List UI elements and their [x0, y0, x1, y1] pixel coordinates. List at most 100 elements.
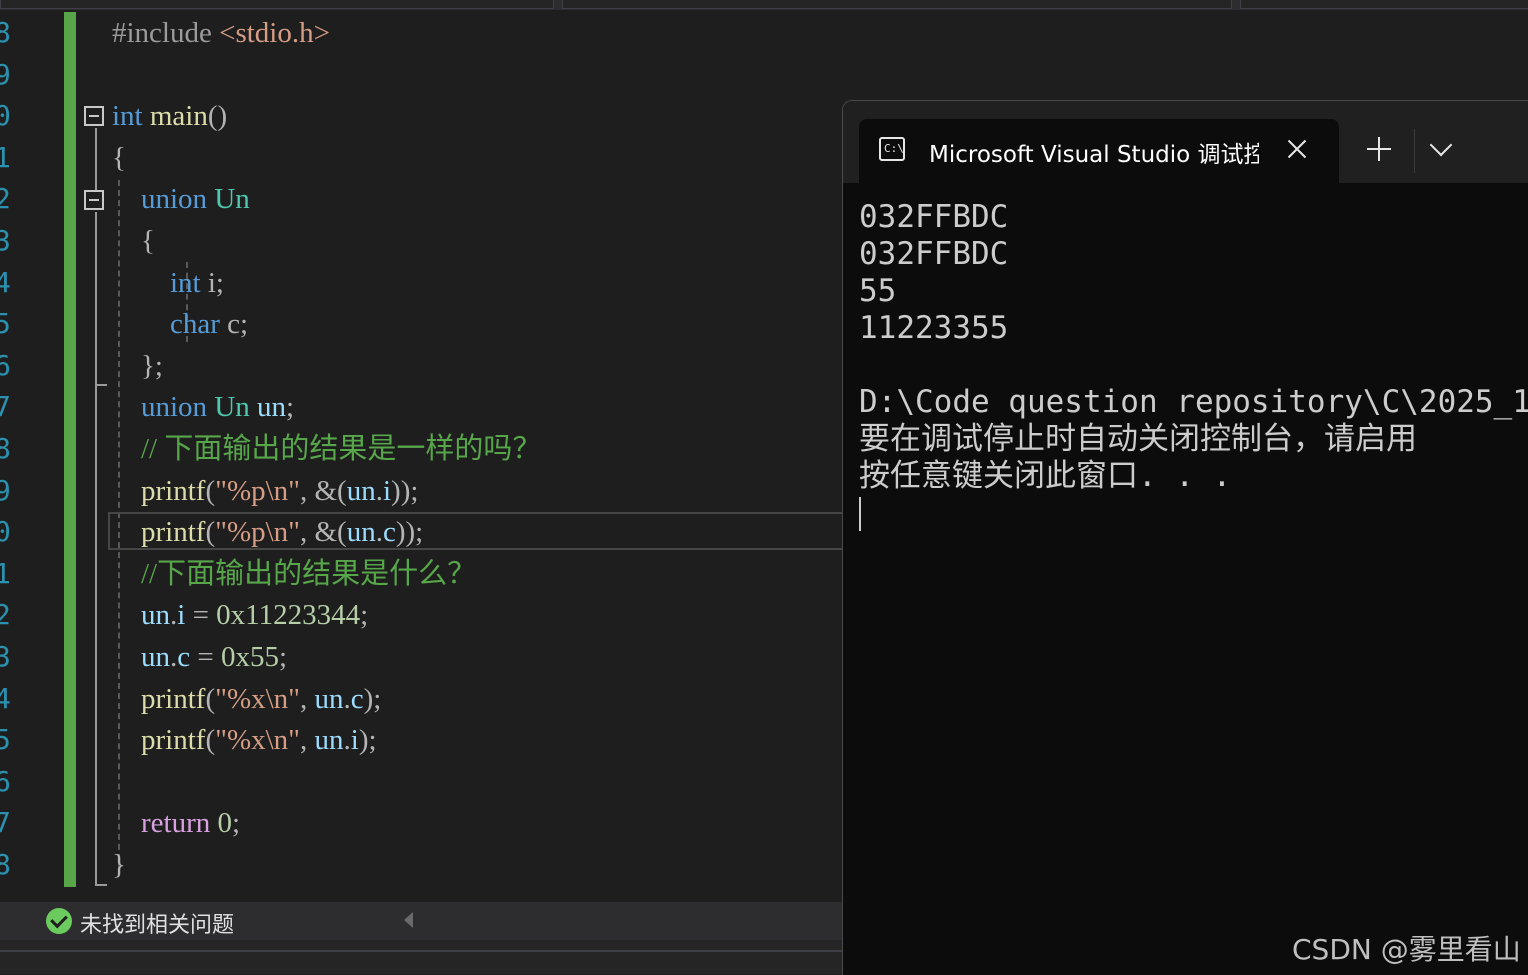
code-token: , — [300, 724, 315, 757]
console-icon: C:\ — [879, 137, 905, 161]
code-token: char — [170, 308, 220, 341]
line-number: 6 — [0, 764, 11, 798]
editor-dropdown-member[interactable] — [1240, 0, 1528, 9]
code-token: ( — [205, 474, 216, 507]
close-tab-icon[interactable] — [1283, 135, 1311, 163]
line-number: 7 — [0, 806, 11, 840]
terminal-window[interactable]: C:\ Microsoft Visual Studio 调试控制台 032FFB… — [842, 100, 1528, 975]
text-cursor — [859, 497, 861, 531]
terminal-output-line: 11223355 — [859, 310, 1009, 346]
scroll-left-arrow-icon[interactable] — [404, 912, 413, 928]
code-line: } — [112, 845, 126, 885]
terminal-output-line: 032FFBDC — [859, 236, 1009, 272]
code-token: #include — [112, 17, 220, 49]
code-token: ; — [232, 807, 241, 840]
line-number: 1 — [0, 140, 11, 174]
code-token: union — [141, 391, 208, 424]
new-tab-plus-icon[interactable] — [1367, 137, 1391, 161]
code-line: //下面输出的结果是什么？ — [112, 554, 476, 594]
code-token: ; — [360, 599, 369, 632]
line-number: 2 — [0, 182, 11, 216]
fold-outline-end — [95, 884, 107, 886]
code-line: // 下面输出的结果是一样的吗？ — [112, 429, 541, 469]
code-token: c — [382, 516, 396, 549]
collapse-main-icon[interactable] — [84, 106, 104, 126]
code-token: printf — [141, 474, 206, 507]
line-number: 4 — [0, 681, 11, 715]
code-line: un.c = 0x55; — [112, 637, 287, 677]
code-line: #include <stdio.h> — [112, 13, 330, 53]
code-token: , — [300, 682, 315, 715]
code-line: printf("%p\n", &(un.i)); — [112, 471, 418, 511]
check-circle-icon — [46, 908, 72, 934]
code-token: ; — [278, 641, 288, 673]
code-token: i; — [200, 266, 224, 299]
code-token: }; — [112, 349, 163, 382]
terminal-tab-bar: C:\ Microsoft Visual Studio 调试控制台 — [843, 101, 1528, 183]
line-number: 9 — [0, 473, 11, 507]
code-token: , &( — [300, 516, 347, 549]
line-number: 2 — [0, 598, 11, 632]
code-token: "%x\n" — [215, 682, 300, 715]
editor-dropdown-project[interactable] — [0, 0, 554, 9]
code-line: { — [112, 138, 126, 178]
terminal-tab-title: Microsoft Visual Studio 调试控制台 — [929, 142, 1259, 168]
code-line: int main() — [112, 96, 227, 136]
line-number: 5 — [0, 307, 11, 341]
code-token: { — [112, 225, 155, 257]
code-token: } — [112, 849, 126, 881]
code-token: . — [343, 682, 351, 715]
code-token: ); — [358, 724, 377, 757]
terminal-tab[interactable]: C:\ Microsoft Visual Studio 调试控制台 — [859, 119, 1339, 183]
code-token: int — [112, 100, 143, 133]
code-token: i — [382, 474, 392, 507]
line-number: 7 — [0, 390, 11, 424]
code-line: un.i = 0x11223344; — [112, 595, 368, 635]
collapse-union-icon[interactable] — [84, 190, 104, 210]
line-number: 5 — [0, 723, 11, 757]
code-token: un — [346, 516, 376, 549]
chevron-down-icon[interactable] — [1429, 133, 1453, 157]
error-list-status-bar: 未找到相关问题 — [0, 902, 842, 940]
editor-dropdown-scope[interactable] — [562, 0, 1232, 9]
code-token: { — [112, 141, 126, 174]
line-number: 6 — [0, 348, 11, 382]
code-token: ( — [205, 516, 216, 549]
code-token: () — [207, 100, 228, 133]
code-token: . — [343, 724, 351, 757]
tab-separator — [1414, 129, 1415, 173]
code-token: un — [141, 599, 170, 632]
code-token: "%p\n" — [215, 516, 300, 549]
code-line: union Un — [112, 179, 250, 219]
code-token: printf — [141, 682, 206, 715]
fold-outline-end — [95, 384, 107, 386]
code-line: printf("%p\n", &(un.c)); — [112, 512, 423, 552]
line-number: 0 — [0, 99, 11, 133]
code-token: un — [346, 474, 376, 507]
code-token: Un — [214, 183, 250, 216]
line-number: 9 — [0, 57, 11, 91]
code-token: ); — [363, 682, 382, 715]
line-number: 8 — [0, 848, 11, 881]
code-token: ( — [205, 682, 216, 715]
code-token: printf — [141, 516, 206, 549]
code-token: ; — [286, 391, 295, 424]
code-token: "%p\n" — [215, 474, 300, 507]
bottom-panel-strip — [0, 940, 842, 974]
code-token: 0 — [217, 807, 233, 840]
code-token: un — [314, 724, 344, 757]
code-token: int — [170, 266, 201, 299]
line-number: 0 — [0, 515, 11, 549]
code-line: return 0; — [112, 803, 240, 843]
line-number: 4 — [0, 265, 11, 299]
code-token: c — [350, 682, 364, 715]
status-message: 未找到相关问题 — [80, 913, 235, 938]
code-token: , &( — [300, 474, 347, 507]
